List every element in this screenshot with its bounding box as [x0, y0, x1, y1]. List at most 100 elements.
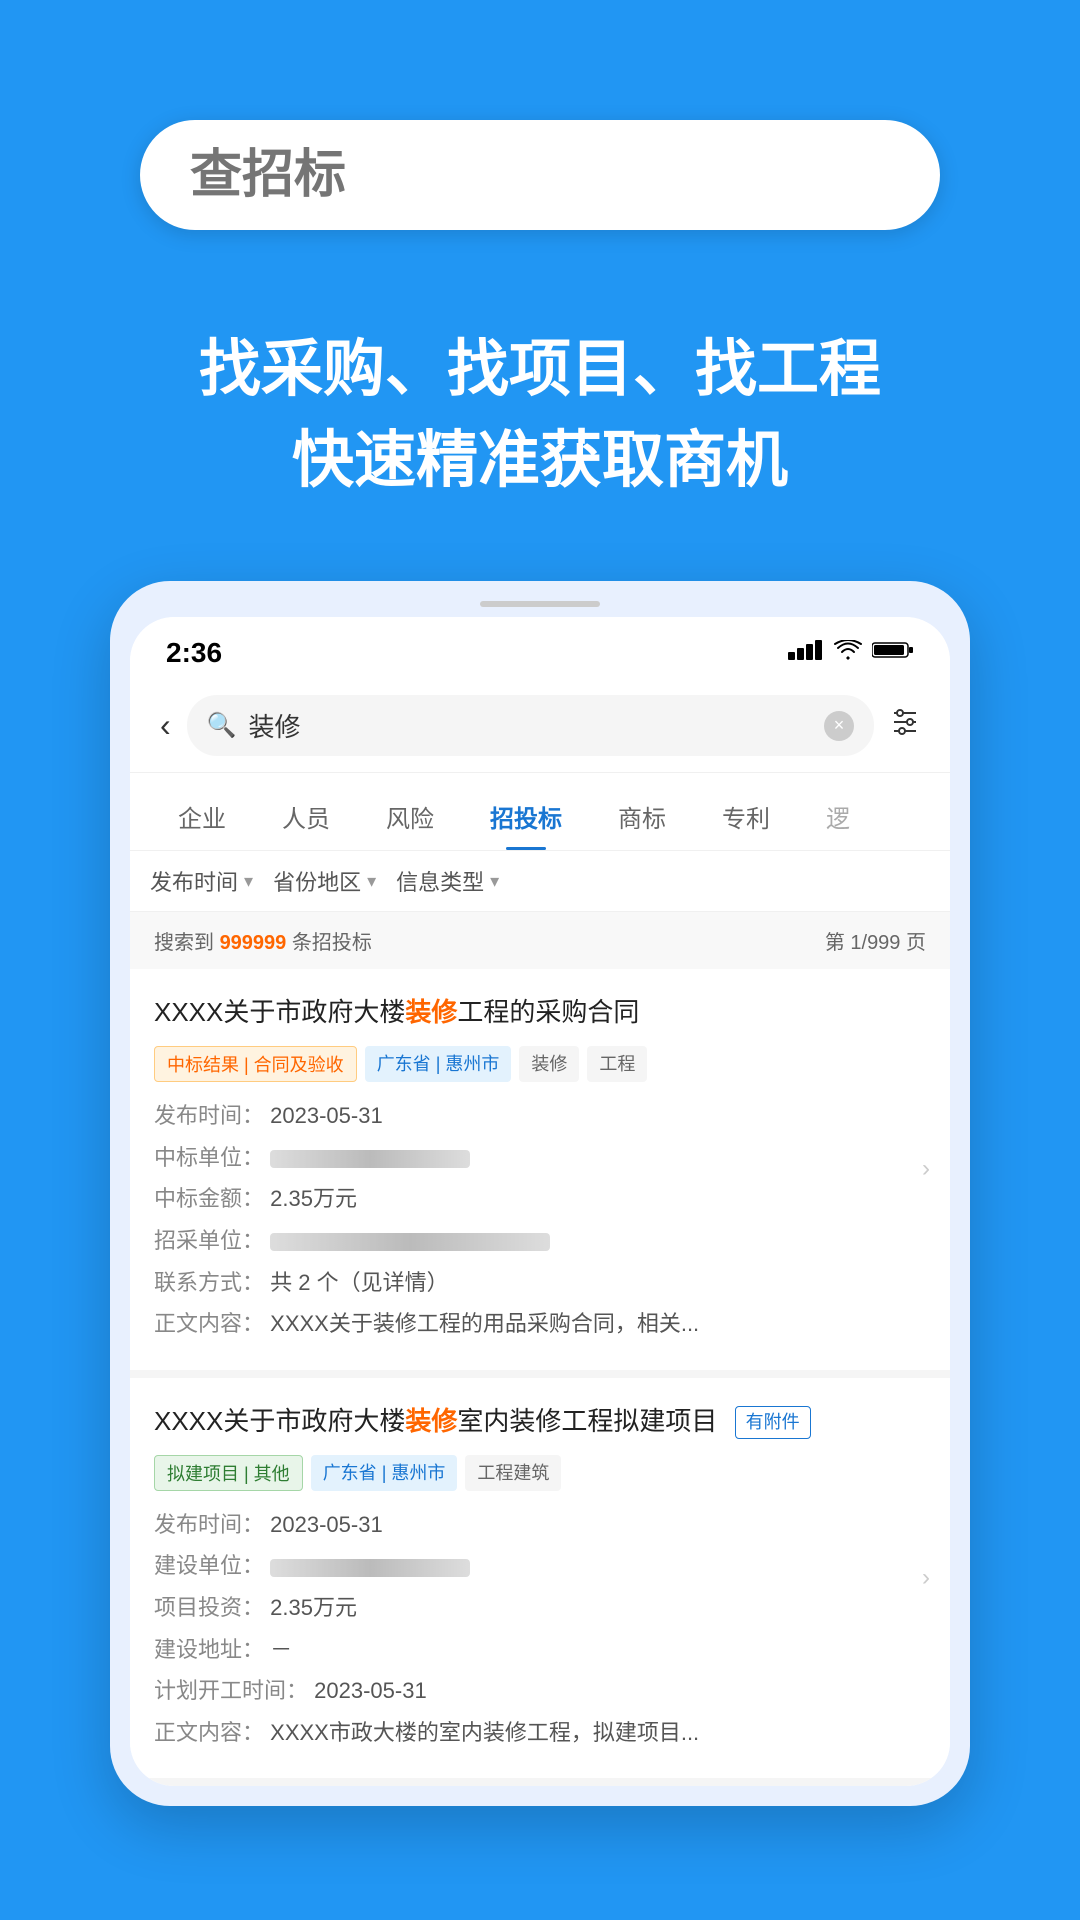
clear-icon: × — [834, 715, 845, 736]
page-info: 第 1/999 页 — [825, 926, 926, 955]
result-card-2[interactable]: XXXX关于市政府大楼装修室内装修工程拟建项目 有附件 拟建项目 | 其他 广东… — [130, 1378, 950, 1787]
phone-inner: 2:36 — [130, 617, 950, 1786]
card-1-arrow: › — [922, 1155, 930, 1183]
status-bar: 2:36 — [130, 617, 950, 679]
card-2-startdate-value: 2023-05-31 — [314, 1678, 427, 1703]
card-2-investment-value: 2.35万元 — [270, 1595, 357, 1620]
filter-region-arrow: ▾ — [367, 871, 376, 892]
card-1-content-value: XXXX关于装修工程的用品采购合同，相关... — [270, 1311, 699, 1336]
card-1-date-value: 2023-05-31 — [270, 1103, 383, 1128]
filter-button[interactable] — [890, 707, 920, 744]
tab-bidding[interactable]: 招投标 — [462, 789, 590, 850]
phone-handle — [480, 601, 600, 607]
status-icons — [788, 640, 914, 666]
tagline: 找采购、找项目、找工程 快速精准获取商机 — [0, 290, 1080, 581]
card-1-tag-decoration: 装修 — [519, 1046, 579, 1082]
card-1-contact-label: 联系方式： — [154, 1270, 264, 1295]
result-card-1[interactable]: XXXX关于市政府大楼装修工程的采购合同 中标结果 | 合同及验收 广东省 | … — [130, 969, 950, 1378]
card-1-date-row: 发布时间： 2023-05-31 — [154, 1096, 926, 1136]
tab-more[interactable]: 逻 — [798, 789, 878, 850]
card-2-attachment-badge: 有附件 — [735, 1406, 811, 1439]
card-1-amount-row: 中标金额： 2.35万元 — [154, 1179, 926, 1219]
card-1-buyer-row: 招采单位： — [154, 1221, 926, 1261]
card-2-tags: 拟建项目 | 其他 广东省 | 惠州市 工程建筑 — [154, 1455, 926, 1491]
search-keyword: 装修 — [249, 707, 812, 744]
card-2-title-prefix: XXXX关于市政府大楼 — [154, 1406, 405, 1436]
tab-patent[interactable]: 专利 — [694, 789, 798, 850]
card-1-winner-label: 中标单位： — [154, 1145, 264, 1170]
card-2-arrow: › — [922, 1564, 930, 1592]
search-input[interactable] — [140, 145, 940, 205]
card-2-tag-type: 拟建项目 | 其他 — [154, 1455, 303, 1491]
card-1-title-suffix: 工程的采购合同 — [457, 997, 639, 1027]
results-count-text: 搜索到 999999 条招投标 — [154, 926, 372, 955]
card-2-content-label: 正文内容： — [154, 1720, 264, 1745]
card-2-content-row: 正文内容： XXXX市政大楼的室内装修工程，拟建项目... — [154, 1713, 926, 1753]
card-2-startdate-label: 计划开工时间： — [154, 1678, 308, 1703]
card-1-content-label: 正文内容： — [154, 1311, 264, 1336]
card-2-address-row: 建设地址： － — [154, 1630, 926, 1670]
signal-icon — [788, 640, 824, 666]
card-1-tag-region: 广东省 | 惠州市 — [365, 1046, 512, 1082]
card-1-tag-engineering: 工程 — [587, 1046, 647, 1082]
filter-type-arrow: ▾ — [490, 871, 499, 892]
tab-risk[interactable]: 风险 — [358, 789, 462, 850]
tab-trademark[interactable]: 商标 — [590, 789, 694, 850]
card-2-address-label: 建设地址： — [154, 1637, 264, 1662]
card-1-tag-type: 中标结果 | 合同及验收 — [154, 1046, 357, 1082]
filter-region-label: 省份地区 — [273, 865, 361, 897]
card-2-investment-row: 项目投资： 2.35万元 — [154, 1588, 926, 1628]
tab-enterprise[interactable]: 企业 — [150, 789, 254, 850]
phone-mockup-container: 2:36 — [0, 581, 1080, 1806]
filter-region[interactable]: 省份地区 ▾ — [273, 865, 376, 897]
card-1-contact-value: 共 2 个（见详情） — [270, 1270, 448, 1295]
card-2-address-value: － — [270, 1637, 292, 1662]
results-suffix: 条招投标 — [286, 932, 372, 954]
category-tabs: 企业 人员 风险 招投标 商标 专利 逻 — [130, 773, 950, 851]
card-2-date-label: 发布时间： — [154, 1512, 264, 1537]
card-2-title-suffix: 室内装修工程拟建项目 — [457, 1406, 717, 1436]
search-box[interactable]: 🔍 装修 × — [187, 695, 874, 756]
card-1-winner-row: 中标单位： — [154, 1138, 926, 1178]
card-1-content-row: 正文内容： XXXX关于装修工程的用品采购合同，相关... — [154, 1304, 926, 1344]
card-2-builder-label: 建设单位： — [154, 1553, 264, 1578]
card-2-startdate-row: 计划开工时间： 2023-05-31 — [154, 1671, 926, 1711]
back-button[interactable]: ‹ — [160, 707, 171, 744]
tagline-line1: 找采购、找项目、找工程 — [0, 330, 1080, 411]
battery-icon — [872, 640, 914, 666]
card-1-buyer-label: 招采单位： — [154, 1228, 264, 1253]
card-1-buyer-value — [270, 1233, 550, 1251]
card-1-tags: 中标结果 | 合同及验收 广东省 | 惠州市 装修 工程 — [154, 1046, 926, 1082]
card-1-winner-value — [270, 1150, 470, 1168]
card-2-builder-row: 建设单位： — [154, 1546, 926, 1586]
filter-time-label: 发布时间 — [150, 865, 238, 897]
tagline-line2: 快速精准获取商机 — [0, 421, 1080, 502]
card-1-title-highlight: 装修 — [405, 997, 457, 1027]
card-2-title: XXXX关于市政府大楼装修室内装修工程拟建项目 有附件 — [154, 1402, 926, 1441]
results-prefix: 搜索到 — [154, 932, 220, 954]
search-section: 查一下 — [0, 0, 1080, 290]
card-1-title: XXXX关于市政府大楼装修工程的采购合同 — [154, 993, 926, 1032]
search-bar[interactable]: 查一下 — [140, 120, 940, 230]
wifi-icon — [834, 640, 862, 666]
tab-personnel[interactable]: 人员 — [254, 789, 358, 850]
filter-type[interactable]: 信息类型 ▾ — [396, 865, 499, 897]
filter-time[interactable]: 发布时间 ▾ — [150, 865, 253, 897]
card-2-tag-region: 广东省 | 惠州市 — [311, 1455, 458, 1491]
filter-time-arrow: ▾ — [244, 871, 253, 892]
card-1-amount-label: 中标金额： — [154, 1186, 264, 1211]
card-2-builder-value — [270, 1559, 470, 1577]
card-2-content-value: XXXX市政大楼的室内装修工程，拟建项目... — [270, 1720, 699, 1745]
filter-type-label: 信息类型 — [396, 865, 484, 897]
status-time: 2:36 — [166, 637, 222, 669]
app-header: ‹ 🔍 装修 × — [130, 679, 950, 773]
card-1-amount-value: 2.35万元 — [270, 1186, 357, 1211]
card-2-date-row: 发布时间： 2023-05-31 — [154, 1505, 926, 1545]
clear-button[interactable]: × — [824, 711, 854, 741]
card-1-title-prefix: XXXX关于市政府大楼 — [154, 997, 405, 1027]
filter-bar: 发布时间 ▾ 省份地区 ▾ 信息类型 ▾ — [130, 851, 950, 912]
card-2-tag-industry: 工程建筑 — [465, 1455, 561, 1491]
results-count: 999999 — [220, 932, 287, 954]
search-icon: 🔍 — [207, 711, 237, 740]
results-info: 搜索到 999999 条招投标 第 1/999 页 — [130, 912, 950, 969]
